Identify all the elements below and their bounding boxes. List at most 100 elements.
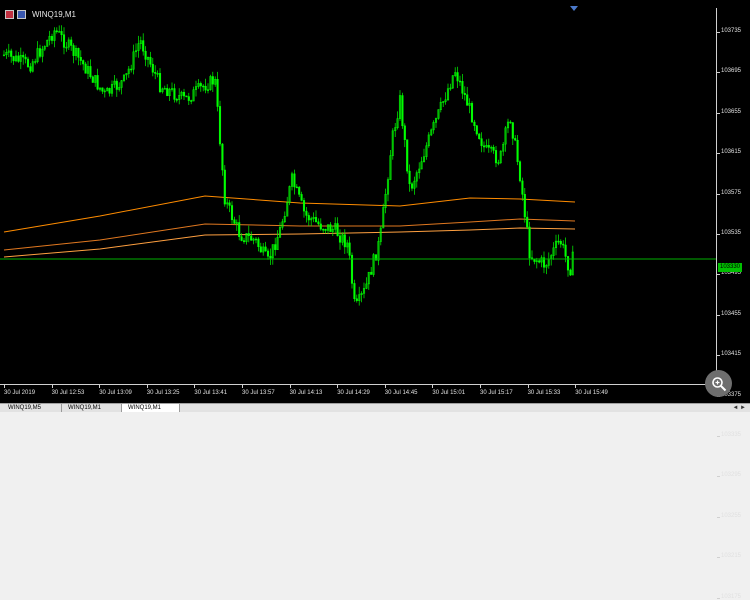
candle-body [509,121,512,124]
candle-body [317,221,320,225]
chart-window[interactable]: WINQ19,M1 103735 103695 103655 103615 103575… [0,0,750,600]
candle-body [266,250,270,257]
time-tick [289,385,291,388]
moving-averages [3,195,576,258]
candle-body [223,169,226,205]
candle-body [82,60,85,65]
candle-body [329,224,332,232]
symbol-flag-icon [17,9,26,19]
price-label: 103655 [721,108,742,115]
candle-body [108,88,111,94]
candle-body [353,283,356,299]
candle-body [10,50,13,57]
candle-body [458,80,462,83]
zoom-button[interactable] [705,370,732,397]
time-label: 30 Jul 13:57 [242,390,275,396]
candle-body [293,173,296,188]
candle-body [406,139,409,172]
candle-body [185,95,188,98]
candle-body [242,240,246,242]
candle-body [22,54,25,58]
candle-body [492,146,495,151]
candle-body [370,271,373,275]
price-tick [717,274,720,276]
time-tick [4,385,5,388]
candle-body [238,222,241,237]
time-label: 30 Jul 15:49 [575,390,608,396]
candle-body [475,125,478,135]
candle-body [403,125,406,140]
time-axis: 30 Jul 2019 30 Jul 12:53 30 Jul 13:09 30 Ju… [0,384,716,404]
price-tick [717,32,720,33]
price-label: 103335 [721,432,742,438]
candle-body [521,180,524,195]
chart-title-bar: WINQ19,M1 [5,8,76,20]
candle-body [324,229,327,231]
candle-body [528,226,531,259]
candle-body [62,34,66,48]
candle-body [158,73,162,93]
price-chart[interactable] [0,0,716,384]
price-tick [717,193,720,195]
candle-body [60,31,63,36]
candle-body [259,246,262,253]
candle-body [79,57,82,61]
candle-body [144,50,147,60]
candle-body [511,122,514,139]
candle-body [230,205,234,221]
time-label: 30 Jul 14:13 [289,390,323,396]
candle-body [473,121,476,126]
candle-body [562,243,565,246]
candle-body [494,150,498,164]
candle-body [199,83,202,87]
price-label: 103695 [721,68,742,75]
candle-body [190,100,193,102]
candle-body [149,56,152,65]
time-tick [527,385,529,388]
candle-body [240,236,243,241]
candle-body [77,48,80,58]
candle-body [314,217,318,223]
candles [2,25,574,306]
price-label: 103415 [721,351,742,358]
time-tick [99,385,101,388]
candle-body [307,215,310,221]
candle-body [566,256,570,271]
candle-body [228,202,231,206]
candle-body [526,216,529,228]
candle-body [466,94,469,106]
magnifier-plus-icon [711,376,726,391]
time-tick [146,385,148,388]
price-tick [717,72,720,74]
current-price-badge: 103330 [718,263,742,272]
candle-body [355,298,358,301]
candle-body [254,238,258,241]
candle-body [269,255,272,259]
price-label: 103175 [721,593,742,600]
time-label: 30 Jul 13:25 [146,390,180,396]
candle-body [91,76,94,83]
candle-body [564,244,567,257]
candle-body [343,234,346,248]
candle-body [55,30,58,33]
time-tick [337,385,339,388]
candle-body [89,66,92,78]
price-tick [717,516,720,518]
candle-body [319,223,322,230]
candle-body [295,186,298,189]
price-tick [717,597,720,599]
candle-body [216,79,219,107]
candle-body [233,219,236,224]
candle-body [187,96,190,101]
candle-body [559,241,562,245]
price-tick [717,112,720,114]
candle-body [463,93,466,95]
candle-body [70,39,73,46]
time-tick [242,385,243,388]
price-label: 103535 [721,230,742,236]
symbol-flag-icon [5,9,14,19]
candle-body [204,85,207,91]
candle-body [480,138,483,146]
candle-body [38,48,42,57]
candle-body [302,200,306,212]
